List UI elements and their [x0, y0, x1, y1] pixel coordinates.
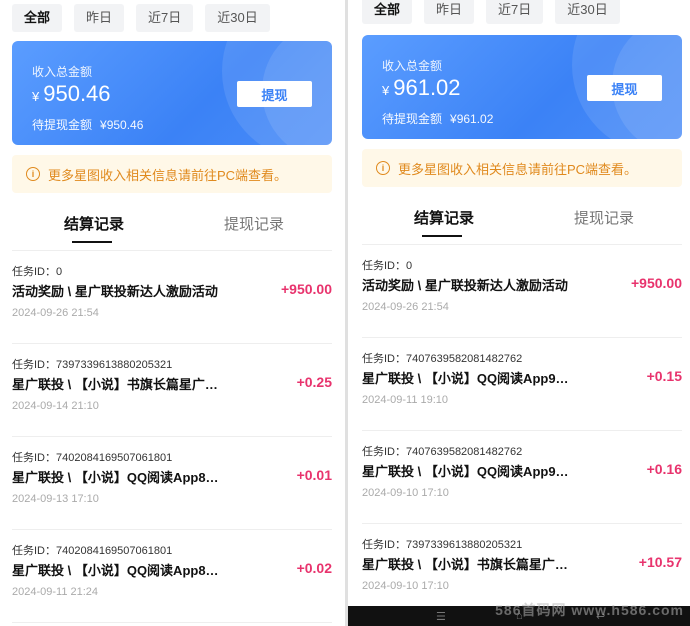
- date-tab-yesterday[interactable]: 昨日: [74, 4, 125, 32]
- income-screen-left: 全部 昨日 近7日 近30日 收入总金额 ¥950.46 待提现金额 ¥950.4…: [0, 0, 345, 626]
- date-tab-yesterday[interactable]: 昨日: [424, 0, 475, 24]
- tab-settlement-records[interactable]: 结算记录: [414, 207, 474, 237]
- withdraw-button[interactable]: 提现: [237, 81, 312, 107]
- withdraw-button[interactable]: 提现: [587, 75, 662, 101]
- tab-settlement-records[interactable]: 结算记录: [64, 213, 124, 243]
- record-tabs: 结算记录 提现记录: [362, 201, 682, 245]
- menu-icon[interactable]: ☰: [436, 610, 446, 623]
- date-tab-7days[interactable]: 近7日: [136, 4, 194, 32]
- tab-withdraw-records[interactable]: 提现记录: [224, 213, 284, 234]
- pending-withdraw: 待提现金额 ¥961.02: [382, 112, 494, 126]
- income-summary-card: 收入总金额 ¥961.02 待提现金额 ¥961.02 提现: [362, 35, 682, 139]
- date-tab-30days[interactable]: 近30日: [205, 4, 270, 32]
- list-item[interactable]: 任务ID：7407639582081482762 星广联投 \ 【小说】QQ阅读…: [362, 338, 682, 431]
- list-item[interactable]: 任务ID：0 活动奖励 \ 星广联投新达人激励活动 2024-09-26 21:…: [12, 251, 332, 344]
- tab-withdraw-records[interactable]: 提现记录: [574, 207, 634, 228]
- list-item[interactable]: 任务ID：7402084169507061801 星广联投 \ 【小说】QQ阅读…: [12, 437, 332, 530]
- notice-text: 更多星图收入相关信息请前往PC端查看。: [48, 167, 288, 183]
- record-list: 任务ID：0 活动奖励 \ 星广联投新达人激励活动 2024-09-26 21:…: [12, 251, 332, 623]
- info-notice: i 更多星图收入相关信息请前往PC端查看。: [12, 155, 332, 193]
- list-item[interactable]: 任务ID：0 活动奖励 \ 星广联投新达人激励活动 2024-09-26 21:…: [362, 245, 682, 338]
- date-tab-all[interactable]: 全部: [362, 0, 413, 24]
- date-tab-all[interactable]: 全部: [12, 4, 63, 32]
- date-tab-30days[interactable]: 近30日: [555, 0, 620, 24]
- income-summary-card: 收入总金额 ¥950.46 待提现金额 ¥950.46 提现: [12, 41, 332, 145]
- total-income-amount: ¥961.02: [382, 75, 461, 100]
- list-item[interactable]: 任务ID：7407639582081482762 星广联投 \ 【小说】QQ阅读…: [362, 431, 682, 524]
- total-income-label: 收入总金额: [382, 59, 443, 73]
- record-list: 任务ID：0 活动奖励 \ 星广联投新达人激励活动 2024-09-26 21:…: [362, 245, 682, 617]
- info-notice: i 更多星图收入相关信息请前往PC端查看。: [362, 149, 682, 187]
- income-screen-right: 全部 昨日 近7日 近30日 收入总金额 ¥961.02 待提现金额 ¥961.0…: [345, 0, 690, 626]
- record-tabs: 结算记录 提现记录: [12, 207, 332, 251]
- date-filter-tabs: 全部 昨日 近7日 近30日: [12, 4, 332, 34]
- total-income-label: 收入总金额: [32, 65, 93, 79]
- date-tab-7days[interactable]: 近7日: [486, 0, 544, 24]
- watermark: 586首码网 www.h586.com: [495, 602, 684, 618]
- list-item[interactable]: 任务ID：7397339613880205321 星广联投 \ 【小说】书旗长篇…: [12, 344, 332, 437]
- list-item[interactable]: 任务ID：7402084169507061801 星广联投 \ 【小说】QQ阅读…: [12, 530, 332, 623]
- notice-text: 更多星图收入相关信息请前往PC端查看。: [398, 161, 638, 177]
- pending-withdraw: 待提现金额 ¥950.46: [32, 118, 144, 132]
- info-icon: i: [26, 167, 40, 181]
- date-filter-tabs: 全部 昨日 近7日 近30日: [362, 0, 682, 26]
- total-income-amount: ¥950.46: [32, 81, 111, 106]
- info-icon: i: [376, 161, 390, 175]
